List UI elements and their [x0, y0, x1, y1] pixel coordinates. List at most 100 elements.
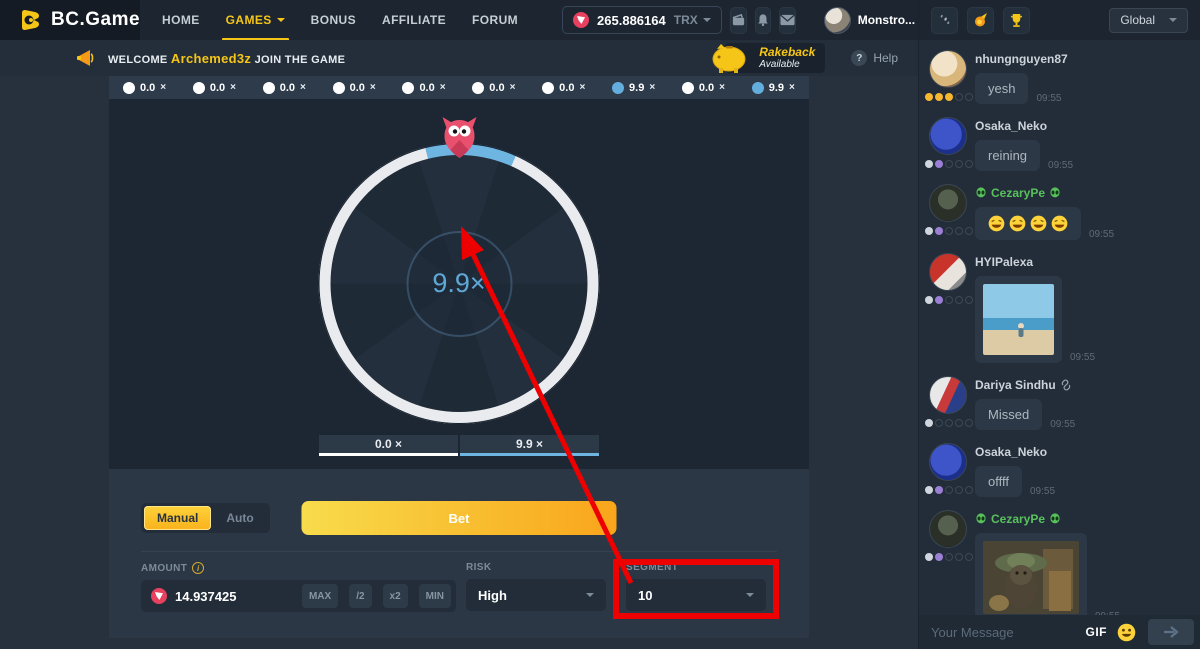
- laughing-emoji-icon: [1030, 215, 1047, 232]
- nav-forum[interactable]: FORUM: [472, 0, 518, 40]
- chat-message: Dariya Sindhu Missed 09:55: [929, 376, 1188, 430]
- multiplier-symbol: ×: [160, 82, 166, 93]
- mode-toggle: Manual Auto: [141, 503, 270, 533]
- notifications-button[interactable]: [755, 7, 771, 34]
- legend-win: 9.9 ×: [460, 435, 599, 456]
- messages-button[interactable]: [779, 7, 796, 34]
- chat-bubble-image[interactable]: [975, 533, 1087, 615]
- balance-dropdown[interactable]: 265.886164 TRX: [562, 6, 722, 34]
- result-dot-icon: [333, 82, 345, 94]
- max-button[interactable]: MAX: [302, 584, 338, 608]
- cat-photo: [983, 541, 1079, 614]
- nav-home[interactable]: HOME: [162, 0, 200, 40]
- owl-mascot-icon: [438, 116, 480, 162]
- user-avatar[interactable]: [929, 510, 967, 548]
- half-button[interactable]: /2: [349, 584, 371, 608]
- medal-slot-icon: [945, 160, 953, 168]
- result-dot-icon: [193, 82, 205, 94]
- rain-button[interactable]: [931, 7, 958, 34]
- main-nav: HOME GAMES BONUS AFFILIATE FORUM: [162, 0, 518, 40]
- alien-icon: [975, 513, 987, 525]
- multiplier-symbol: ×: [510, 82, 516, 93]
- nav-affiliate[interactable]: AFFILIATE: [382, 0, 446, 40]
- user-avatar[interactable]: [929, 117, 967, 155]
- result-dot-icon: [752, 82, 764, 94]
- medal-icon: [925, 553, 933, 561]
- risk-value: High: [478, 588, 507, 603]
- chevron-down-icon: [746, 593, 754, 597]
- medal-icon: [925, 486, 933, 494]
- bet-button[interactable]: Bet: [302, 501, 617, 535]
- send-message-button[interactable]: [1148, 619, 1194, 645]
- user-avatar[interactable]: [929, 184, 967, 222]
- gif-button[interactable]: GIF: [1086, 625, 1108, 639]
- chat-username[interactable]: nhungnguyen87: [975, 52, 1188, 66]
- badge-row: [925, 553, 975, 561]
- risk-select[interactable]: High: [466, 579, 606, 611]
- chat-input-bar: Your Message GIF: [919, 615, 1200, 649]
- megaphone-icon: [76, 48, 98, 68]
- chat-topbar: Global: [919, 0, 1200, 40]
- alien-icon: [1049, 513, 1061, 525]
- user-avatar[interactable]: [929, 443, 967, 481]
- user-avatar[interactable]: [929, 50, 967, 88]
- chat-user-column: [929, 50, 975, 104]
- history-chip: 0.0×: [333, 82, 376, 94]
- chat-message-input[interactable]: Your Message: [931, 625, 1076, 640]
- chat-messages: nhungnguyen87 yesh 09:55 Osaka_Neko: [919, 40, 1200, 615]
- piggybank-icon: [707, 39, 751, 75]
- chat-username[interactable]: Osaka_Neko: [975, 119, 1188, 133]
- chat-bubble-image[interactable]: [975, 276, 1062, 363]
- fireball-button[interactable]: [967, 7, 994, 34]
- brand-name: BC.Game: [51, 9, 140, 31]
- chat-timestamp: 09:55: [1036, 93, 1061, 104]
- rakeback-widget[interactable]: Rakeback Available: [725, 43, 825, 73]
- result-dot-icon: [263, 82, 275, 94]
- tournament-button[interactable]: [1003, 7, 1030, 34]
- chat-message: Osaka_Neko reining 09:55: [929, 117, 1188, 171]
- manual-mode-button[interactable]: Manual: [144, 506, 211, 530]
- trx-coin-icon: [151, 588, 167, 604]
- amount-input[interactable]: [175, 589, 291, 604]
- chat-message-body: CezaryPe: [975, 510, 1188, 615]
- laughing-emoji-icon: [1051, 215, 1068, 232]
- chat-region-dropdown[interactable]: Global: [1109, 8, 1188, 33]
- min-button[interactable]: MIN: [419, 584, 451, 608]
- double-button[interactable]: x2: [383, 584, 408, 608]
- segment-select[interactable]: 10: [626, 579, 766, 611]
- multiplier-symbol: ×: [370, 82, 376, 93]
- nav-games[interactable]: GAMES: [226, 0, 285, 40]
- auto-mode-button[interactable]: Auto: [213, 506, 266, 530]
- history-value: 9.9: [769, 82, 784, 94]
- game-content: 0.0× 0.0× 0.0× 0.0× 0.0× 0.0× 0.0× 9.9× …: [0, 76, 918, 649]
- chat-message-body: Osaka_Neko reining 09:55: [975, 117, 1188, 171]
- nav-bonus[interactable]: BONUS: [311, 0, 356, 40]
- emoji-picker-button[interactable]: [1117, 623, 1136, 642]
- bcgame-logo[interactable]: BC.Game: [0, 0, 140, 40]
- chat-message: CezaryPe 09:55: [929, 184, 1188, 240]
- history-chip-win: 9.9×: [752, 82, 795, 94]
- result-dot-icon: [542, 82, 554, 94]
- chat-username[interactable]: CezaryPe: [975, 512, 1188, 526]
- chat-username[interactable]: Osaka_Neko: [975, 445, 1188, 459]
- chat-message: HYIPalexa 09:55: [929, 253, 1188, 363]
- chat-username[interactable]: CezaryPe: [975, 186, 1188, 200]
- rakeback-title: Rakeback: [759, 46, 815, 59]
- medal-slot-icon: [965, 553, 973, 561]
- user-avatar[interactable]: [929, 376, 967, 414]
- welcome-username: Archemed3z: [171, 51, 251, 66]
- multiplier-symbol: ×: [300, 82, 306, 93]
- help-button[interactable]: ? Help: [851, 50, 898, 66]
- chat-username[interactable]: Dariya Sindhu: [975, 378, 1188, 392]
- wallet-button[interactable]: [730, 7, 747, 34]
- question-icon: ?: [851, 50, 867, 66]
- history-chip: 0.0×: [542, 82, 585, 94]
- chevron-down-icon: [703, 18, 711, 22]
- user-avatar[interactable]: [929, 253, 967, 291]
- result-dot-icon: [123, 82, 135, 94]
- chat-username[interactable]: HYIPalexa: [975, 255, 1188, 269]
- trx-coin-icon: [573, 12, 589, 28]
- chevron-down-icon: [586, 593, 594, 597]
- medal-slot-icon: [965, 419, 973, 427]
- chat-region-value: Global: [1120, 13, 1155, 27]
